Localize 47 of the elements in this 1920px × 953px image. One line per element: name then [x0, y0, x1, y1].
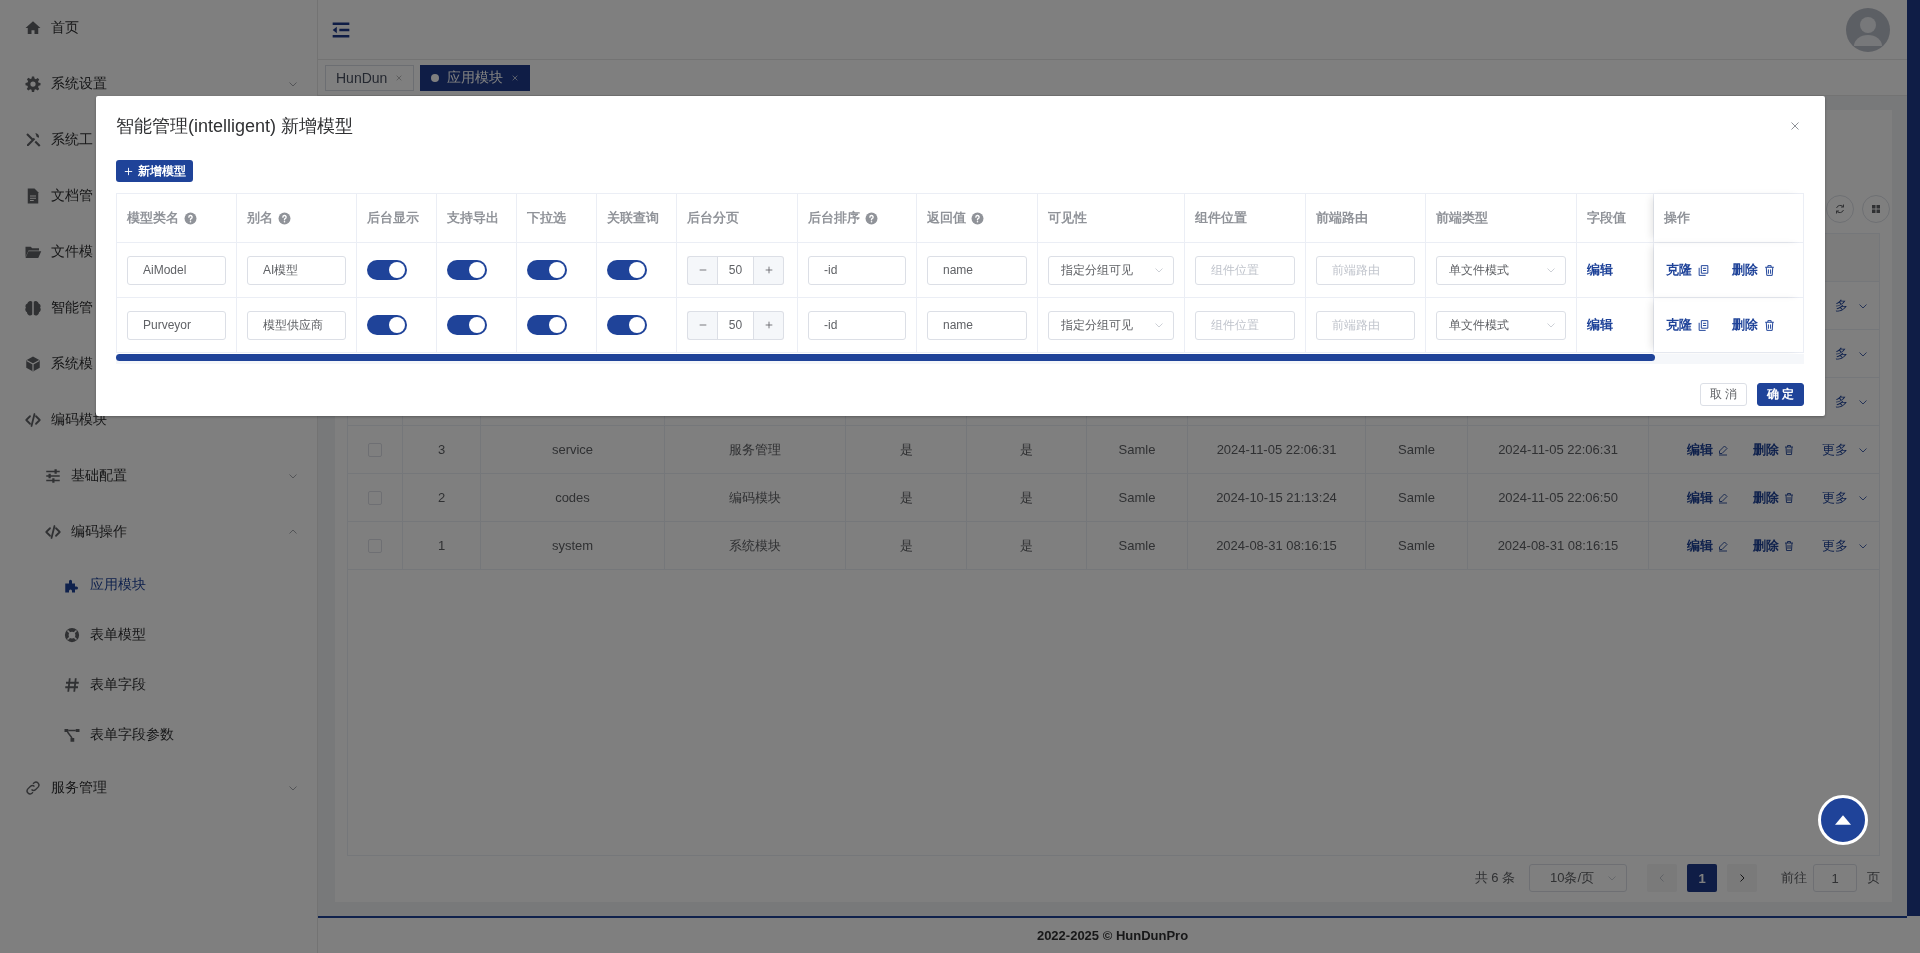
- column-header: 返回值: [927, 209, 984, 227]
- table-cell: 2024-08-31 08:16:15: [1497, 538, 1619, 553]
- column-header: 关联查询: [607, 209, 659, 227]
- table-cell: Samle: [1398, 442, 1435, 457]
- table-cell: 服务管理: [729, 440, 781, 459]
- table-cell: Samle: [1118, 490, 1156, 505]
- column-header: 组件位置: [1195, 209, 1247, 227]
- table-cell: Samle: [1398, 538, 1435, 553]
- page-suffix: 页: [1867, 869, 1880, 887]
- column-header: 前端类型: [1436, 209, 1488, 227]
- copyright-text: 2022-2025 © HunDunPro: [1036, 928, 1189, 943]
- table-cell: 1: [437, 538, 446, 553]
- table-cell: codes: [555, 490, 590, 505]
- column-header: 支持导出: [447, 209, 499, 227]
- table-cell: 2024-10-15 21:13:24: [1216, 490, 1337, 505]
- table-cell: Samle: [1118, 442, 1156, 457]
- table-cell: 是: [1020, 440, 1033, 459]
- table-cell: 是: [1020, 488, 1033, 507]
- table-cell: Samle: [1398, 490, 1435, 505]
- column-header: 前端路由: [1316, 209, 1368, 227]
- table-cell: 编码模块: [729, 488, 781, 507]
- column-header: 可见性: [1048, 209, 1087, 227]
- column-header: 后台分页: [687, 209, 739, 227]
- table-cell: 2: [437, 490, 446, 505]
- table-cell: 2024-11-05 22:06:31: [1498, 442, 1618, 457]
- table-cell: service: [551, 442, 594, 457]
- goto-label: 前往: [1781, 869, 1807, 887]
- column-header: 别名: [247, 209, 291, 227]
- column-header: 操作: [1664, 209, 1690, 227]
- dialog-title: 智能管理(intelligent) 新增模型: [116, 116, 354, 136]
- table-cell: 2024-11-05 22:06:31: [1216, 442, 1337, 457]
- table-cell: Samle: [1118, 538, 1156, 553]
- column-header: 模型类名: [127, 209, 197, 227]
- table-cell: 2024-11-05 22:06:50: [1498, 490, 1618, 505]
- table-cell: 2024-08-31 08:16:15: [1216, 538, 1337, 553]
- column-header: 字段值: [1587, 209, 1626, 227]
- total-count: 共 6 条: [1474, 869, 1515, 887]
- column-header: 后台显示: [367, 209, 419, 227]
- table-cell: 系统模块: [729, 536, 781, 555]
- table-cell: 是: [1020, 536, 1033, 555]
- table-cell: 3: [437, 442, 446, 457]
- table-cell: 是: [899, 536, 913, 555]
- table-cell: 是: [899, 440, 913, 459]
- table-cell: system: [551, 538, 594, 553]
- table-cell: 是: [899, 488, 913, 507]
- column-header: 下拉选: [527, 209, 566, 227]
- column-header: 后台排序: [808, 209, 878, 227]
